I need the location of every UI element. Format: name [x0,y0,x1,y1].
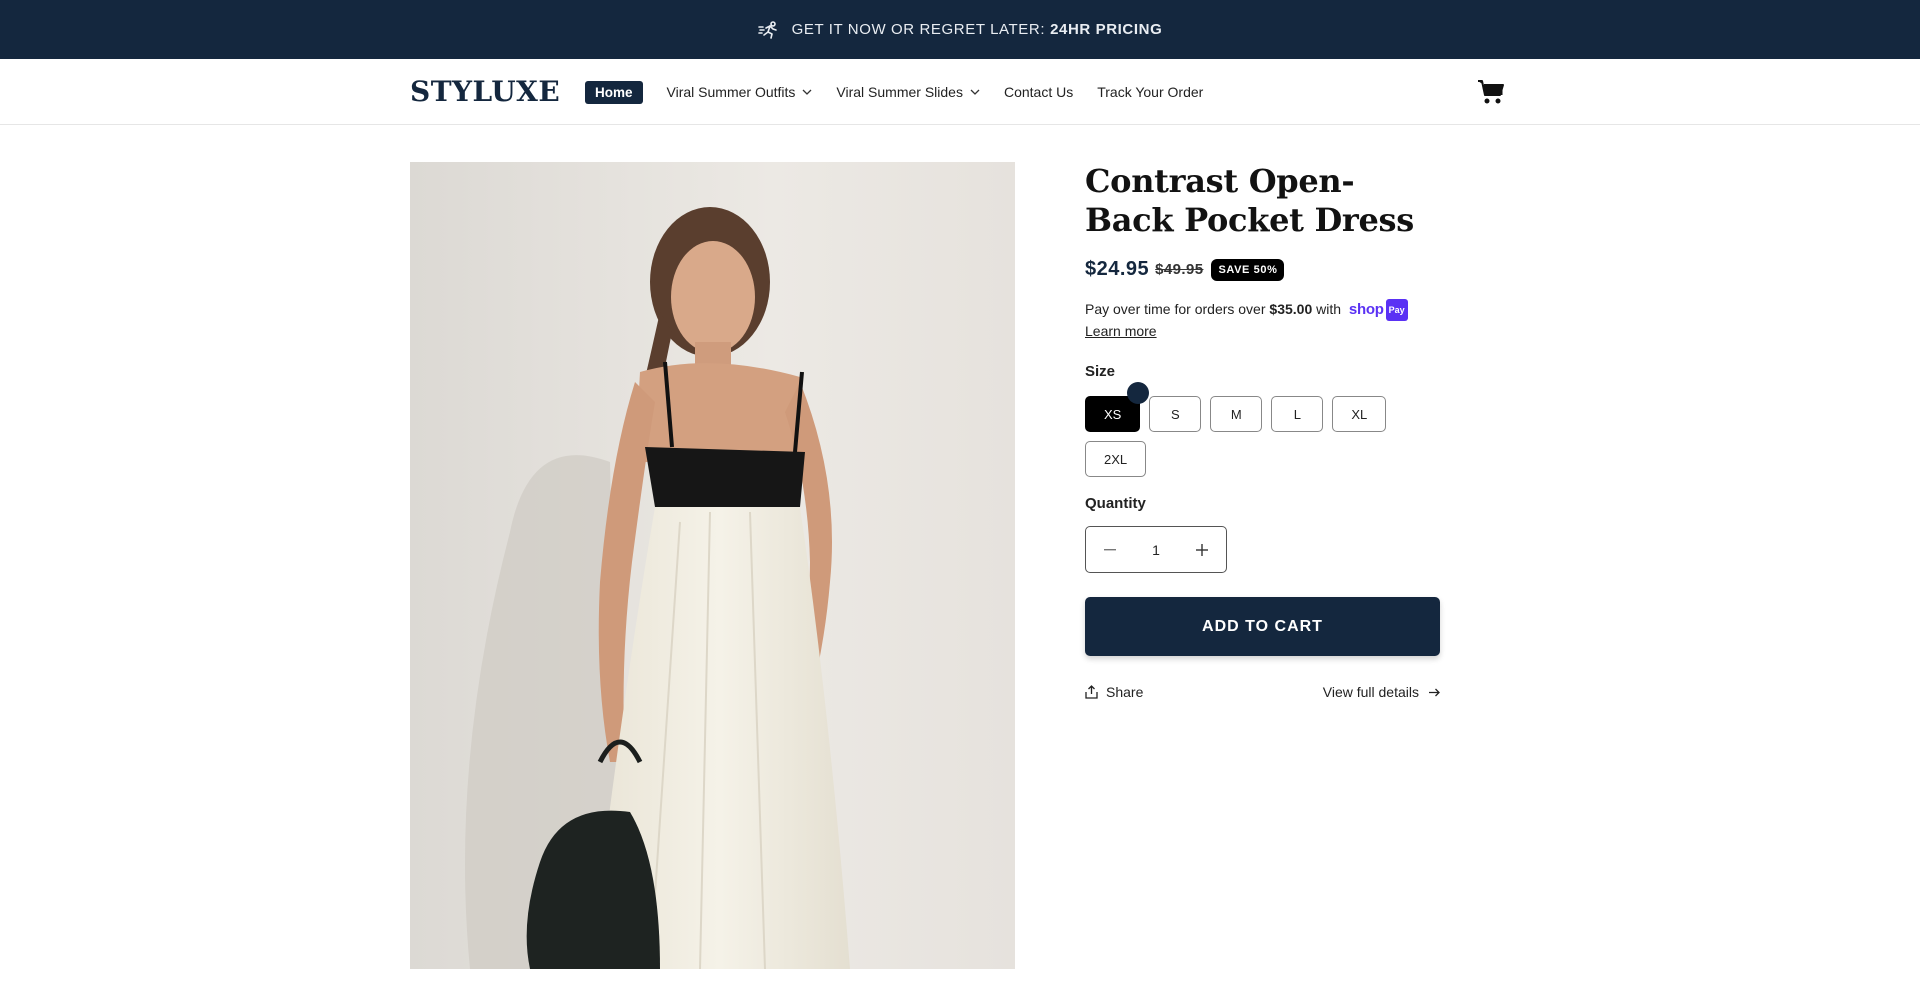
quantity-decrease-button[interactable] [1086,527,1134,572]
cursor-indicator [1127,382,1149,405]
shop-pay-logo: shop Pay [1348,299,1408,322]
size-option-s[interactable]: S [1149,396,1202,433]
arrow-right-icon [1429,688,1440,697]
compare-price: $49.95 [1155,261,1204,278]
size-option-xl[interactable]: XL [1332,396,1387,433]
installments-prefix: Pay over time for orders over [1085,301,1266,317]
product-title: Contrast Open-Back Pocket Dress [1085,162,1414,239]
chevron-down-icon [970,89,980,95]
price-row: $24.95 $49.95 SAVE 50% [1085,258,1440,281]
quantity-stepper [1085,526,1227,574]
nav-label: Viral Summer Slides [836,84,963,100]
quantity-increase-button[interactable] [1178,527,1226,572]
runner-icon [757,20,782,40]
add-to-cart-button[interactable]: ADD TO CART [1085,597,1440,657]
installments-suffix: with [1316,301,1342,317]
shop-pay-pill: Pay [1385,299,1408,322]
nav-home[interactable]: Home [585,80,643,104]
share-row: Share View full details [1085,684,1440,700]
share-label: Share [1106,684,1144,701]
quantity-input[interactable] [1136,541,1176,558]
nav-viral-summer-outfits[interactable]: Viral Summer Outfits [667,84,813,100]
quantity-label: Quantity [1085,495,1146,513]
share-button[interactable]: Share [1085,684,1143,700]
nav-track-order[interactable]: Track Your Order [1097,84,1203,100]
sale-price: $24.95 [1085,258,1150,280]
nav-viral-summer-slides[interactable]: Viral Summer Slides [836,84,980,100]
size-option-l[interactable]: L [1271,396,1324,433]
size-options: XS S M L XL 2XL [1085,382,1425,478]
chevron-down-icon [802,89,812,95]
installments-amount: $35.00 [1269,301,1313,317]
sale-badge: SAVE 50% [1211,258,1285,281]
announcement-text: GET IT NOW OR REGRET LATER: [791,21,1046,38]
announcement-bar: GET IT NOW OR REGRET LATER: 24HR PRICING [0,0,1920,59]
product-image[interactable] [410,162,1015,969]
product-info: Contrast Open-Back Pocket Dress $24.95 $… [1085,162,1440,700]
size-option-2xl[interactable]: 2XL [1085,441,1147,478]
cart-icon[interactable] [1477,79,1505,105]
minus-icon [1104,548,1116,551]
size-option-m[interactable]: M [1210,396,1263,433]
installments-text: Pay over time for orders over $35.00 wit… [1085,299,1440,341]
main-nav: Home Viral Summer Outfits Viral Summer S… [585,59,1227,125]
learn-more-link[interactable]: Learn more [1085,321,1157,341]
view-details-label: View full details [1322,684,1419,701]
site-header: STYLUXE Home Viral Summer Outfits Viral … [0,59,1920,125]
size-label: Size [1085,363,1116,381]
announcement-highlight: 24HR PRICING [1050,21,1163,38]
plus-icon [1196,543,1208,556]
share-icon [1085,685,1098,699]
nav-label: Viral Summer Outfits [666,84,796,100]
shop-pay-brand: shop [1348,301,1384,319]
logo[interactable]: STYLUXE [410,75,560,108]
view-full-details-link[interactable]: View full details [1323,684,1440,700]
nav-contact-us[interactable]: Contact Us [1004,84,1073,100]
